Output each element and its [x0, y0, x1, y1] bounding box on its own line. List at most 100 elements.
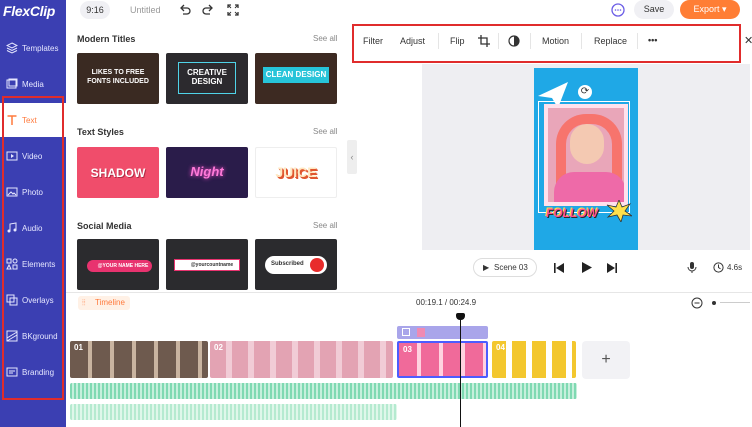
overlay-track-clip[interactable]: [397, 326, 488, 339]
audio-track-1[interactable]: [70, 383, 577, 399]
sidebar-item-label: Video: [22, 152, 43, 161]
sidebar-item-text[interactable]: Text: [0, 103, 66, 137]
export-label: Export: [693, 4, 720, 14]
video-artboard[interactable]: ⟳ FOLLOW: [534, 68, 638, 250]
clip-number: 02: [214, 343, 223, 352]
tile-text: LIKES TO FREE FONTS INCLUDED: [87, 69, 149, 85]
sidebar-item-background[interactable]: BKground: [0, 319, 66, 353]
top-bar: 9:16 Untitled Save Export ▾: [66, 0, 752, 20]
clock-icon: [713, 262, 724, 273]
playhead[interactable]: [460, 318, 461, 427]
media-icon: [6, 78, 18, 89]
background-icon: [6, 330, 18, 342]
tile-text: SHADOW: [90, 166, 146, 180]
opacity-icon[interactable]: [508, 35, 520, 47]
sidebar-item-branding[interactable]: Branding: [0, 355, 66, 389]
scene-label: Scene 03: [494, 263, 528, 272]
sidebar-item-label: Elements: [22, 260, 56, 269]
timeline-toggle[interactable]: ⦙⦙ Timeline: [78, 296, 130, 310]
social-tile[interactable]: @YOUR NAME HERE: [77, 239, 159, 290]
section-title-social-media: Social Media: [77, 221, 132, 231]
follow-sticker[interactable]: FOLLOW: [546, 206, 598, 220]
add-scene-button[interactable]: +: [582, 341, 630, 379]
fullscreen-icon[interactable]: [226, 3, 240, 17]
export-button[interactable]: Export ▾: [680, 0, 740, 19]
crop-icon[interactable]: [478, 35, 490, 47]
redo-icon[interactable]: [201, 3, 215, 17]
sidebar-item-label: Branding: [22, 368, 55, 377]
skip-back-icon[interactable]: [553, 262, 565, 274]
sidebar-item-media[interactable]: Media: [0, 67, 66, 101]
see-all-link[interactable]: See all: [313, 221, 337, 230]
timeline-header: ⦙⦙ Timeline 00:19.1 / 00:24.9: [66, 292, 752, 312]
branding-icon: [6, 367, 18, 377]
scene-selector[interactable]: ▶ Scene 03: [473, 258, 537, 277]
title-tile[interactable]: LIKES TO FREE FONTS INCLUDED: [77, 53, 159, 104]
aspect-ratio-button[interactable]: 9:16: [80, 1, 110, 19]
overlays-icon: [6, 294, 18, 306]
close-icon[interactable]: ✕: [744, 34, 752, 47]
divider: [581, 33, 582, 49]
tile-text: Night: [190, 164, 224, 179]
clip-scene-03[interactable]: 03: [397, 341, 488, 378]
selection-box[interactable]: [538, 101, 630, 213]
project-title[interactable]: Untitled: [130, 5, 161, 15]
style-tile[interactable]: SHADOW: [77, 147, 159, 198]
audio-icon: [7, 222, 17, 233]
sidebar-item-audio[interactable]: Audio: [0, 211, 66, 245]
microphone-icon[interactable]: [686, 261, 698, 274]
more-options-button[interactable]: •••: [648, 35, 657, 45]
zoom-slider-handle[interactable]: [712, 301, 716, 305]
tile-text: @YOUR NAME HERE: [97, 263, 149, 269]
see-all-link[interactable]: See all: [313, 127, 337, 136]
undo-icon[interactable]: [178, 3, 192, 17]
zoom-out-icon[interactable]: [691, 297, 703, 309]
social-tile[interactable]: Subscribed: [255, 239, 337, 290]
burst-icon: [606, 200, 632, 222]
tile-text: @yourcountname: [190, 262, 234, 268]
flip-button[interactable]: Flip: [450, 36, 465, 46]
templates-icon: [6, 42, 18, 54]
sidebar-item-label: Audio: [22, 224, 43, 233]
social-tile[interactable]: @yourcountname: [166, 239, 248, 290]
sidebar-item-templates[interactable]: Templates: [0, 31, 66, 65]
chat-icon[interactable]: [611, 3, 625, 17]
collapse-panel-button[interactable]: ‹: [347, 140, 357, 174]
zoom-slider-track[interactable]: [720, 302, 750, 303]
sidebar-item-label: Media: [22, 80, 44, 89]
style-tile[interactable]: Night: [166, 147, 248, 198]
sidebar-item-label: Text: [22, 116, 37, 125]
clip-scene-01[interactable]: 01: [70, 341, 208, 378]
motion-button[interactable]: Motion: [542, 36, 569, 46]
filter-button[interactable]: Filter: [363, 36, 383, 46]
save-button[interactable]: Save: [634, 0, 674, 19]
audio-track-2[interactable]: [70, 404, 397, 420]
clip-number: 01: [74, 343, 83, 352]
sidebar-item-photo[interactable]: Photo: [0, 175, 66, 209]
replace-button[interactable]: Replace: [594, 36, 627, 46]
sidebar-item-label: Photo: [22, 188, 43, 197]
playhead-handle[interactable]: [456, 313, 465, 320]
title-tile[interactable]: CLEAN DESIGN: [255, 53, 337, 104]
style-tile[interactable]: JUICE: [255, 147, 337, 198]
adjust-button[interactable]: Adjust: [400, 36, 425, 46]
play-icon[interactable]: [580, 261, 593, 274]
rotate-icon[interactable]: ⟳: [578, 85, 592, 99]
tile-text: CLEAN DESIGN: [265, 70, 327, 79]
title-tile[interactable]: CREATIVE DESIGN: [166, 53, 248, 104]
sidebar: FlexClip Templates Media Text Video Phot…: [0, 0, 66, 427]
see-all-link[interactable]: See all: [313, 34, 337, 43]
chevron-down-icon: ▾: [722, 4, 727, 14]
timeline-label: Timeline: [95, 298, 125, 307]
clip-scene-04[interactable]: 04: [492, 341, 576, 378]
sidebar-item-video[interactable]: Video: [0, 139, 66, 173]
divider: [438, 33, 439, 49]
layer-thumbnail: [417, 328, 425, 337]
sidebar-item-elements[interactable]: Elements: [0, 247, 66, 281]
sidebar-item-label: Templates: [22, 44, 59, 53]
tile-text: CREATIVE DESIGN: [187, 68, 227, 86]
skip-forward-icon[interactable]: [606, 262, 618, 274]
sidebar-item-overlays[interactable]: Overlays: [0, 283, 66, 317]
clip-scene-02[interactable]: 02: [210, 341, 393, 378]
divider: [498, 33, 499, 49]
